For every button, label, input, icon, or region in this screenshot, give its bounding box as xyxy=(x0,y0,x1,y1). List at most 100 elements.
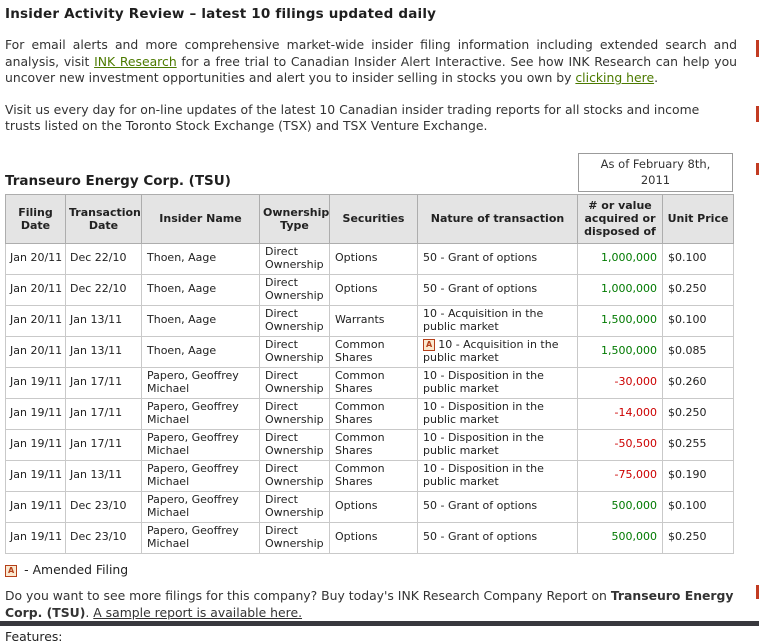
cell-unit-price: $0.255 xyxy=(663,429,734,460)
cell-unit-price: $0.100 xyxy=(663,491,734,522)
cell-ownership-type: Direct Ownership xyxy=(260,522,330,553)
cell-nature: A50 - Grant of options xyxy=(418,274,578,305)
visit-paragraph: Visit us every day for on-line updates o… xyxy=(5,102,737,135)
cell-nature: A10 - Disposition in the public market xyxy=(418,367,578,398)
table-row: Jan 19/11 Dec 23/10 Papero, Geoffrey Mic… xyxy=(6,522,734,553)
table-row: Jan 19/11 Jan 17/11 Papero, Geoffrey Mic… xyxy=(6,429,734,460)
table-row: Jan 19/11 Jan 17/11 Papero, Geoffrey Mic… xyxy=(6,398,734,429)
cell-amount: -50,500 xyxy=(578,429,663,460)
company-header: Transeuro Energy Corp. (TSU) As of Febru… xyxy=(5,153,733,192)
cell-unit-price: $0.100 xyxy=(663,243,734,274)
cell-filing-date: Jan 19/11 xyxy=(6,491,66,522)
nature-text: 10 - Acquisition in the public market xyxy=(423,307,543,333)
sample-report-link[interactable]: A sample report is available here. xyxy=(93,605,302,620)
cell-transaction-date: Jan 13/11 xyxy=(66,336,142,367)
company-name: Transeuro Energy Corp. (TSU) xyxy=(5,173,231,189)
column-header: Securities xyxy=(330,195,418,244)
cell-nature: A10 - Acquisition in the public market xyxy=(418,336,578,367)
insider-activity-page: Insider Activity Review – latest 10 fili… xyxy=(0,0,759,644)
filings-header-row: Filing DateTransaction DateInsider NameO… xyxy=(6,195,734,244)
cell-insider-name: Papero, Geoffrey Michael xyxy=(142,398,260,429)
nature-text: 50 - Grant of options xyxy=(423,530,537,543)
cell-nature: A10 - Acquisition in the public market xyxy=(418,305,578,336)
cell-securities: Options xyxy=(330,243,418,274)
cell-amount: 1,000,000 xyxy=(578,243,663,274)
cell-insider-name: Thoen, Aage xyxy=(142,336,260,367)
cell-ownership-type: Direct Ownership xyxy=(260,491,330,522)
filings-tbody: Jan 20/11 Dec 22/10 Thoen, Aage Direct O… xyxy=(6,243,734,553)
cell-nature: A50 - Grant of options xyxy=(418,243,578,274)
outro-paragraph: Do you want to see more filings for this… xyxy=(5,587,737,621)
cell-securities: Options xyxy=(330,522,418,553)
amended-footnote: A - Amended Filing xyxy=(5,562,737,577)
cell-ownership-type: Direct Ownership xyxy=(260,460,330,491)
ink-research-link[interactable]: INK Research xyxy=(94,54,177,69)
nature-text: 50 - Grant of options xyxy=(423,251,537,264)
amended-icon: A xyxy=(5,565,17,577)
table-row: Jan 19/11 Jan 17/11 Papero, Geoffrey Mic… xyxy=(6,367,734,398)
cell-transaction-date: Jan 13/11 xyxy=(66,305,142,336)
cell-filing-date: Jan 20/11 xyxy=(6,274,66,305)
table-row: Jan 19/11 Dec 23/10 Papero, Geoffrey Mic… xyxy=(6,491,734,522)
cell-unit-price: $0.250 xyxy=(663,274,734,305)
amended-icon: A xyxy=(423,339,435,351)
cell-insider-name: Papero, Geoffrey Michael xyxy=(142,460,260,491)
table-row: Jan 20/11 Jan 13/11 Thoen, Aage Direct O… xyxy=(6,336,734,367)
cell-securities: Common Shares xyxy=(330,460,418,491)
nature-text: 10 - Disposition in the public market xyxy=(423,431,544,457)
cell-ownership-type: Direct Ownership xyxy=(260,398,330,429)
outro-text-1: Do you want to see more filings for this… xyxy=(5,588,611,603)
cell-securities: Warrants xyxy=(330,305,418,336)
column-header: Unit Price xyxy=(663,195,734,244)
filings-table: Filing DateTransaction DateInsider NameO… xyxy=(5,194,734,554)
nature-text: 10 - Disposition in the public market xyxy=(423,369,544,395)
column-header: Insider Name xyxy=(142,195,260,244)
cell-filing-date: Jan 20/11 xyxy=(6,305,66,336)
column-header: Filing Date xyxy=(6,195,66,244)
nature-text: 50 - Grant of options xyxy=(423,499,537,512)
nature-text: 10 - Disposition in the public market xyxy=(423,462,544,488)
as-of-date-box: As of February 8th, 2011 xyxy=(578,153,733,192)
cell-transaction-date: Dec 22/10 xyxy=(66,274,142,305)
cell-amount: 1,500,000 xyxy=(578,305,663,336)
column-header: Nature of transaction xyxy=(418,195,578,244)
intro-text-3: . xyxy=(654,70,658,85)
cell-transaction-date: Dec 23/10 xyxy=(66,491,142,522)
cell-unit-price: $0.260 xyxy=(663,367,734,398)
column-header: # or value acquired or disposed of xyxy=(578,195,663,244)
cell-insider-name: Papero, Geoffrey Michael xyxy=(142,491,260,522)
cell-transaction-date: Jan 17/11 xyxy=(66,367,142,398)
cell-filing-date: Jan 19/11 xyxy=(6,398,66,429)
cell-unit-price: $0.250 xyxy=(663,398,734,429)
cell-insider-name: Thoen, Aage xyxy=(142,274,260,305)
cell-unit-price: $0.085 xyxy=(663,336,734,367)
intro-paragraph: For email alerts and more comprehensive … xyxy=(5,37,737,87)
clicking-here-link[interactable]: clicking here xyxy=(575,70,654,85)
cell-securities: Options xyxy=(330,274,418,305)
cell-amount: 1,000,000 xyxy=(578,274,663,305)
cell-ownership-type: Direct Ownership xyxy=(260,429,330,460)
cell-transaction-date: Dec 22/10 xyxy=(66,243,142,274)
table-row: Jan 19/11 Jan 13/11 Papero, Geoffrey Mic… xyxy=(6,460,734,491)
cell-unit-price: $0.250 xyxy=(663,522,734,553)
cell-amount: 500,000 xyxy=(578,491,663,522)
cell-filing-date: Jan 19/11 xyxy=(6,367,66,398)
cell-securities: Common Shares xyxy=(330,398,418,429)
cell-nature: A10 - Disposition in the public market xyxy=(418,398,578,429)
cell-nature: A10 - Disposition in the public market xyxy=(418,460,578,491)
cell-amount: -75,000 xyxy=(578,460,663,491)
cell-securities: Common Shares xyxy=(330,367,418,398)
cell-nature: A50 - Grant of options xyxy=(418,522,578,553)
table-row: Jan 20/11 Dec 22/10 Thoen, Aage Direct O… xyxy=(6,274,734,305)
column-header: Transaction Date xyxy=(66,195,142,244)
cell-securities: Options xyxy=(330,491,418,522)
cell-ownership-type: Direct Ownership xyxy=(260,367,330,398)
cell-insider-name: Thoen, Aage xyxy=(142,243,260,274)
cell-filing-date: Jan 19/11 xyxy=(6,522,66,553)
cell-amount: 1,500,000 xyxy=(578,336,663,367)
column-header: Ownership Type xyxy=(260,195,330,244)
bottom-dark-bar xyxy=(0,621,759,626)
nature-text: 10 - Disposition in the public market xyxy=(423,400,544,426)
cell-ownership-type: Direct Ownership xyxy=(260,305,330,336)
cell-amount: -14,000 xyxy=(578,398,663,429)
